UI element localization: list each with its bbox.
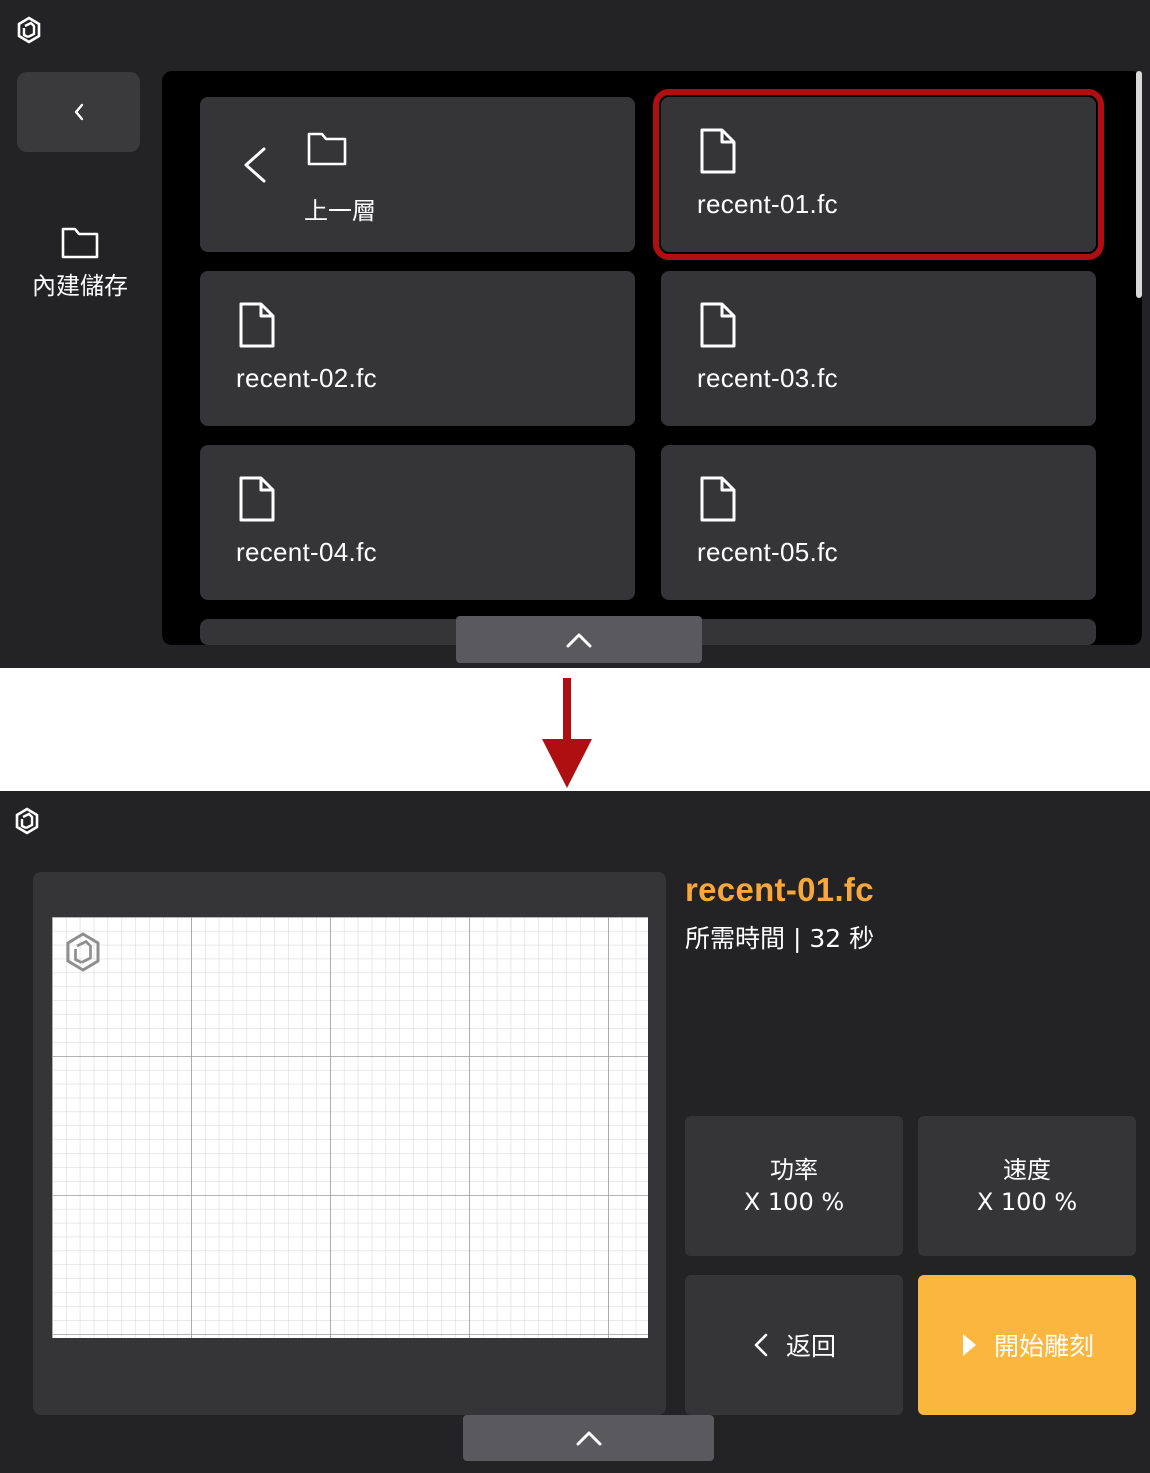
file-title: recent-01.fc — [685, 871, 874, 908]
start-engraving-button[interactable]: 開始雕刻 — [918, 1275, 1136, 1415]
arrow-down-icon — [542, 678, 592, 788]
preview-card — [33, 872, 666, 1415]
speed-value: X 100 % — [976, 1188, 1078, 1216]
file-icon — [239, 302, 275, 348]
chevron-left-icon — [754, 1333, 768, 1357]
power-button[interactable]: 功率 X 100 % — [685, 1116, 903, 1256]
scroll-up-button[interactable] — [463, 1415, 714, 1461]
file-browser-screen: 內建儲存 上一層 recent-01.fc recent-02.fc recen… — [0, 0, 1150, 668]
file-tile[interactable]: recent-04.fc — [200, 445, 635, 600]
job-preview-screen: recent-01.fc 所需時間 | 32 秒 功率 X 100 % 速度 X… — [0, 791, 1150, 1473]
time-required: 所需時間 | 32 秒 — [685, 924, 875, 953]
file-name: recent-03.fc — [697, 363, 838, 393]
return-button[interactable]: 返回 — [685, 1275, 903, 1415]
file-tile-partial[interactable] — [661, 619, 1096, 645]
file-name: recent-02.fc — [236, 363, 377, 393]
file-tile[interactable]: recent-02.fc — [200, 271, 635, 426]
play-icon — [962, 1334, 976, 1356]
speed-button[interactable]: 速度 X 100 % — [918, 1116, 1136, 1256]
file-icon — [700, 302, 736, 348]
app-logo-icon — [17, 16, 41, 44]
storage-internal[interactable]: 內建儲存 — [20, 226, 140, 301]
return-label: 返回 — [785, 1332, 836, 1361]
file-tile[interactable]: recent-01.fc — [653, 89, 1104, 260]
file-icon — [700, 128, 736, 174]
chevron-left-icon — [244, 147, 266, 183]
scroll-up-button[interactable] — [456, 616, 702, 663]
back-button[interactable] — [17, 72, 140, 152]
scrollbar[interactable] — [1136, 71, 1142, 298]
file-name: recent-04.fc — [236, 537, 377, 567]
file-name: recent-01.fc — [697, 189, 838, 219]
preview-canvas — [52, 917, 648, 1338]
power-value: X 100 % — [743, 1188, 845, 1216]
start-engraving-label: 開始雕刻 — [993, 1332, 1094, 1361]
speed-label: 速度 — [1003, 1156, 1051, 1184]
work-area-grid — [52, 917, 648, 1338]
storage-label: 內建儲存 — [32, 272, 128, 300]
up-one-level-label: 上一層 — [304, 197, 376, 225]
chevron-up-icon — [566, 633, 592, 647]
chevron-left-icon — [74, 103, 83, 121]
file-name: recent-05.fc — [697, 537, 838, 567]
folder-icon — [307, 132, 347, 166]
watermark-logo-icon — [66, 932, 100, 972]
chevron-up-icon — [576, 1431, 601, 1446]
file-icon — [700, 476, 736, 522]
file-tile[interactable]: recent-03.fc — [661, 271, 1096, 426]
power-label: 功率 — [770, 1156, 818, 1184]
up-one-level-tile[interactable]: 上一層 — [200, 97, 635, 252]
file-tile[interactable]: recent-05.fc — [661, 445, 1096, 600]
file-icon — [239, 476, 275, 522]
folder-icon — [61, 227, 99, 259]
app-logo-icon — [15, 807, 39, 835]
